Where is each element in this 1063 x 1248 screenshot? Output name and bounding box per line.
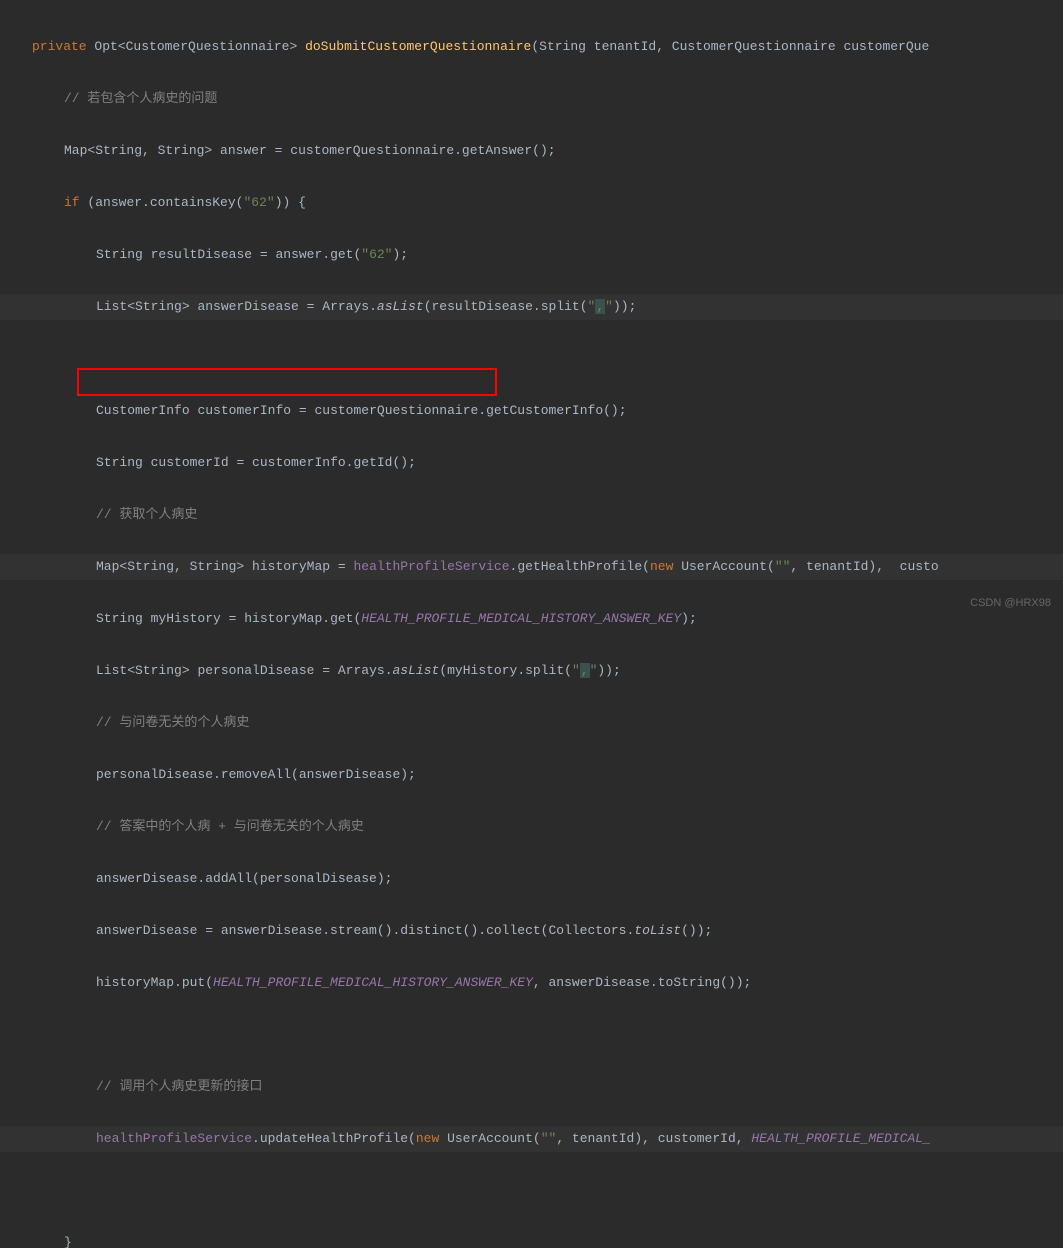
code-line: historyMap.put(HEALTH_PROFILE_MEDICAL_HI…: [0, 970, 1063, 996]
code-line: String resultDisease = answer.get("62");: [0, 242, 1063, 268]
code-line: // 获取个人病史: [0, 502, 1063, 528]
code-line: List<String> personalDisease = Arrays.as…: [0, 658, 1063, 684]
watermark: CSDN @HRX98: [970, 590, 1051, 616]
code-line: healthProfileService.updateHealthProfile…: [0, 1126, 1063, 1152]
code-line: CustomerInfo customerInfo = customerQues…: [0, 398, 1063, 424]
code-line: private Opt<CustomerQuestionnaire> doSub…: [0, 34, 1063, 60]
method-name: doSubmitCustomerQuestionnaire: [305, 39, 531, 54]
code-line: Map<String, String> historyMap = healthP…: [0, 554, 1063, 580]
code-line: List<String> answerDisease = Arrays.asLi…: [0, 294, 1063, 320]
code-line: Map<String, String> answer = customerQue…: [0, 138, 1063, 164]
code-editor[interactable]: private Opt<CustomerQuestionnaire> doSub…: [0, 0, 1063, 1248]
code-line: // 答案中的个人病 + 与问卷无关的个人病史: [0, 814, 1063, 840]
code-line: answerDisease = answerDisease.stream().d…: [0, 918, 1063, 944]
code-line: String myHistory = historyMap.get(HEALTH…: [0, 606, 1063, 632]
code-line: if (answer.containsKey("62")) {: [0, 190, 1063, 216]
code-line: [0, 1022, 1063, 1048]
keyword: private: [32, 39, 87, 54]
code-line: [0, 1178, 1063, 1204]
type: Opt<CustomerQuestionnaire>: [94, 39, 297, 54]
code-line: answerDisease.addAll(personalDisease);: [0, 866, 1063, 892]
code-line-highlighted: personalDisease.removeAll(answerDisease)…: [0, 762, 1063, 788]
code-line: // 若包含个人病史的问题: [0, 86, 1063, 112]
comment: // 若包含个人病史的问题: [64, 91, 217, 106]
code-line: [0, 346, 1063, 372]
code-line: String customerId = customerInfo.getId()…: [0, 450, 1063, 476]
code-line: // 调用个人病史更新的接口: [0, 1074, 1063, 1100]
code-line: }: [0, 1230, 1063, 1248]
code-line: // 与问卷无关的个人病史: [0, 710, 1063, 736]
